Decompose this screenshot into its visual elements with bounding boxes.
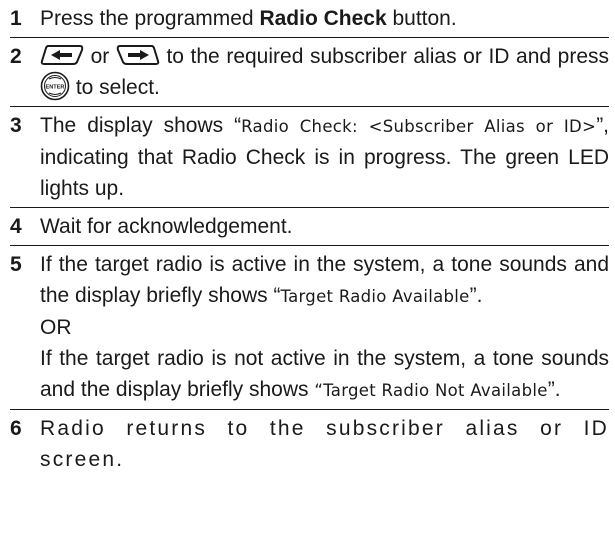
step-text: If the target radio is active in the sys… (40, 249, 609, 406)
step-3: 3 The display shows “Radio Check: <Subsc… (10, 107, 610, 209)
step-4: 4 Wait for acknowledgement. (10, 208, 609, 247)
step-paragraph: If the target radio is active in the sys… (40, 253, 609, 308)
step-text: Wait for acknowledgement. (40, 215, 293, 239)
instruction-steps: 1 Press the programmed Radio Check butto… (0, 0, 615, 551)
enter-key-label: ENTER (46, 85, 65, 91)
step-text: Press the programmed Radio Check button. (40, 7, 457, 30)
step-text: Radio returns to the subscriber alias or… (40, 417, 609, 472)
step-paragraph: If the target radio is not active in the… (40, 347, 609, 402)
step-number: 4 (10, 215, 22, 239)
step-6: 6 Radio returns to the subscriber alias … (10, 410, 609, 478)
step-number: 3 (10, 114, 22, 138)
enter-key-icon: ENTER (40, 71, 70, 101)
left-arrow-key-icon (40, 44, 84, 66)
display-message: Target Radio Available (280, 287, 470, 307)
step-text: The display shows “Radio Check: <Subscri… (40, 114, 610, 201)
step-1: 1 Press the programmed Radio Check butto… (10, 0, 609, 38)
step-5: 5 If the target radio is active in the s… (10, 246, 609, 411)
step-number: 1 (10, 7, 22, 30)
display-message: “Target Radio Not Available (314, 381, 548, 401)
step-number: 5 (10, 253, 22, 277)
radio-check-button-name: Radio Check (259, 7, 387, 30)
step-number: 2 (10, 45, 22, 68)
right-arrow-key-icon (116, 44, 160, 66)
display-message: Radio Check: <Subscriber Alias or ID> (241, 117, 597, 137)
or-label: OR (40, 316, 72, 340)
step-number: 6 (10, 417, 22, 441)
step-2: 2 or to the required subscriber alias or… (10, 38, 609, 108)
step-text: or to the required subscriber alias or I… (40, 41, 609, 103)
